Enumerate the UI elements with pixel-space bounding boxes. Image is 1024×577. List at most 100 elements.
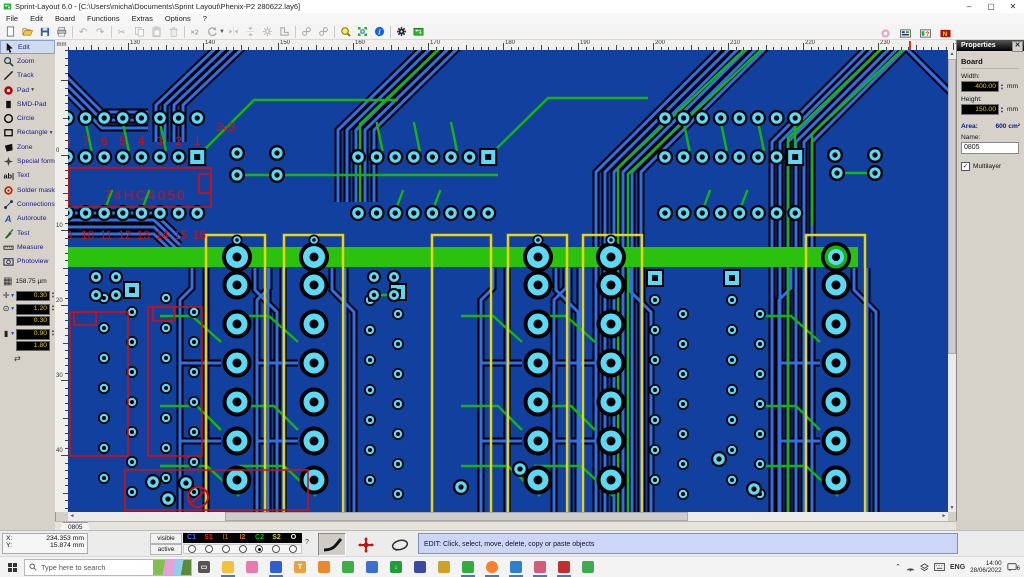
scroll-down-icon[interactable]: ▼: [948, 504, 956, 512]
chevron-down-icon[interactable]: ▼: [49, 130, 54, 136]
sidebar-tool-measure[interactable]: Measure: [0, 240, 55, 254]
grid-selector-button[interactable]: ▦ 158.75 µm: [3, 277, 55, 287]
clock[interactable]: 14:00 28/06/2022: [970, 560, 1002, 574]
board-height-value[interactable]: 150.00: [961, 104, 999, 115]
smd-height-value[interactable]: 1.80: [16, 341, 50, 352]
board-name-input[interactable]: 0805: [961, 142, 1019, 154]
taskbar-search[interactable]: Type here to search: [24, 559, 192, 576]
dropbox-icon[interactable]: [920, 563, 929, 572]
chevron-down-icon[interactable]: ▼: [10, 331, 15, 337]
group-button[interactable]: [298, 24, 315, 40]
photoview-board-button[interactable]: [410, 24, 427, 40]
sidebar-tool-connections[interactable]: Connections: [0, 197, 55, 211]
freehand-zone-button[interactable]: [386, 533, 414, 556]
layer-chip-s2[interactable]: S2: [268, 533, 285, 543]
macro-library-button[interactable]: [877, 25, 894, 41]
duplicate-button[interactable]: ×2: [187, 24, 204, 40]
menu-options[interactable]: Options: [159, 14, 197, 23]
vertical-scroll-thumb[interactable]: [948, 59, 956, 354]
track-bend-mode-button[interactable]: [318, 533, 346, 556]
paste-button[interactable]: [148, 24, 165, 40]
board-width-stepper[interactable]: ▲▼: [1000, 83, 1004, 91]
layer-chip-i2[interactable]: I2: [234, 533, 251, 543]
multilayer-checkbox[interactable]: ✓: [961, 162, 970, 171]
info-button[interactable]: i: [371, 24, 388, 40]
horizontal-scroll-thumb[interactable]: [225, 512, 688, 521]
mirror-horizontal-button[interactable]: [225, 24, 242, 40]
layer-visibility-selector[interactable]: C1S1I1I2C2S2O: [183, 533, 302, 543]
mail-app-button[interactable]: [312, 557, 336, 577]
sprint-layout-app-button[interactable]: [456, 557, 480, 577]
active-layer-radio-i2[interactable]: [234, 545, 251, 553]
settings-button[interactable]: [393, 24, 410, 40]
vertical-scrollbar[interactable]: ▲ ▼: [948, 50, 956, 512]
board-height-stepper[interactable]: ▲▼: [1000, 106, 1004, 114]
print-button[interactable]: [53, 24, 70, 40]
cut-button[interactable]: ✂: [114, 24, 131, 40]
calculator-button[interactable]: [264, 557, 288, 577]
sidebar-tool-zone[interactable]: Zone: [0, 140, 55, 154]
sidebar-tool-special-form[interactable]: Special form: [0, 154, 55, 168]
scroll-up-icon[interactable]: ▲: [948, 50, 956, 58]
sidebar-tool-test[interactable]: Test: [0, 226, 55, 240]
rotate-button[interactable]: [204, 24, 221, 40]
layer-chip-c1[interactable]: C1: [183, 533, 200, 543]
sidebar-tool-track[interactable]: Track: [0, 69, 55, 83]
sidebar-tool-text[interactable]: ab|Text: [0, 169, 55, 183]
mirror-vertical-button[interactable]: [242, 24, 259, 40]
network-icon[interactable]: [906, 563, 915, 572]
monitor-app-button[interactable]: [408, 557, 432, 577]
minimize-button[interactable]: –: [958, 0, 980, 13]
menu-edit[interactable]: Edit: [24, 14, 49, 23]
active-layer-radio-o[interactable]: [284, 545, 301, 553]
zoom-tool-button[interactable]: [337, 24, 354, 40]
chart-app-button[interactable]: [336, 557, 360, 577]
save-button[interactable]: [36, 24, 53, 40]
menu-?[interactable]: ?: [197, 14, 213, 23]
archive-app-button[interactable]: T: [288, 557, 312, 577]
layer-chip-i1[interactable]: I1: [217, 533, 234, 543]
sidebar-tool-rectangle[interactable]: Rectangle▼: [0, 126, 55, 140]
align-button[interactable]: [259, 24, 276, 40]
board-width-value[interactable]: 400.00: [961, 81, 999, 92]
scroll-right-icon[interactable]: ►: [940, 512, 948, 520]
menu-file[interactable]: File: [0, 14, 24, 23]
sidebar-tool-autoroute[interactable]: AAutoroute: [0, 212, 55, 226]
language-indicator[interactable]: ENG: [950, 564, 965, 571]
outline-button[interactable]: [276, 24, 293, 40]
layers-app-button[interactable]: [576, 557, 600, 577]
media-app-button[interactable]: [432, 557, 456, 577]
active-layer-radio-c2[interactable]: [251, 545, 268, 553]
pad-crosshair-button[interactable]: [352, 533, 380, 556]
chevron-down-icon[interactable]: ▼: [10, 306, 15, 312]
task-view-button[interactable]: ▭: [192, 557, 216, 577]
drc-button[interactable]: N: [937, 25, 954, 41]
tray-chevron-icon[interactable]: ⌃: [895, 563, 901, 571]
layer-chip-c2[interactable]: C2: [251, 533, 268, 543]
redo-button[interactable]: ↷: [92, 24, 109, 40]
menu-functions[interactable]: Functions: [81, 14, 126, 23]
pad-outer-value[interactable]: 1.20: [16, 304, 50, 315]
diamond-app-button[interactable]: [552, 557, 576, 577]
active-layer-selector[interactable]: [183, 544, 302, 554]
layer-setup-button[interactable]: [897, 25, 914, 41]
new-file-button[interactable]: [2, 24, 19, 40]
menu-board[interactable]: Board: [49, 14, 81, 23]
sidebar-tool-circle[interactable]: Circle: [0, 111, 55, 125]
downloader-app-button[interactable]: ↓: [384, 557, 408, 577]
search-highlight-thumbnail[interactable]: [153, 560, 191, 575]
track-width-value[interactable]: 0.30: [16, 291, 50, 302]
notification-center[interactable]: 6: [1007, 562, 1020, 572]
touch-keyboard-icon[interactable]: [934, 563, 945, 571]
cards-app-button[interactable]: [528, 557, 552, 577]
copy-button[interactable]: [131, 24, 148, 40]
maximize-button[interactable]: ▢: [980, 0, 1002, 13]
active-layer-radio-s2[interactable]: [268, 545, 285, 553]
open-file-button[interactable]: [19, 24, 36, 40]
scroll-left-icon[interactable]: ◄: [68, 512, 76, 520]
active-layer-radio-s1[interactable]: [201, 545, 218, 553]
paint-app-button[interactable]: [240, 557, 264, 577]
undo-button[interactable]: ↶: [75, 24, 92, 40]
properties-close-icon[interactable]: ✕: [1012, 41, 1023, 52]
horizontal-scrollbar[interactable]: ◄ ►: [68, 512, 948, 521]
